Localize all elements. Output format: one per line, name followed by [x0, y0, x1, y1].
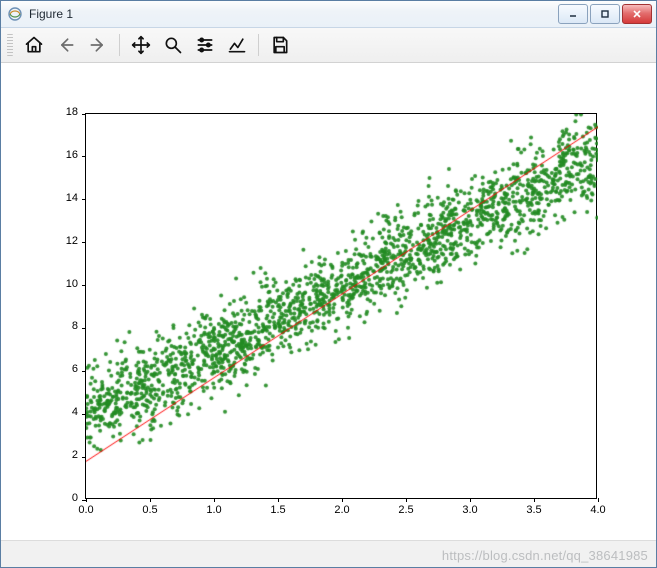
titlebar: Figure 1: [1, 1, 656, 28]
chart-line-icon: [227, 35, 247, 55]
pan-button[interactable]: [126, 31, 156, 59]
separator: [258, 34, 259, 56]
sliders-icon: [195, 35, 215, 55]
y-tick-label: 4: [72, 406, 78, 418]
line-layer: [86, 114, 598, 500]
arrow-right-icon: [88, 35, 108, 55]
minimize-button[interactable]: [558, 4, 588, 24]
toolbar: [1, 28, 656, 63]
axes-area: 0.00.51.01.52.02.53.03.54.00246810121416…: [85, 113, 597, 499]
x-tick-label: 0.5: [142, 504, 157, 516]
x-tick-label: 3.5: [526, 504, 541, 516]
y-tick-label: 8: [72, 320, 78, 332]
save-icon: [270, 35, 290, 55]
plot: 0.0 0.5 1.0 1.5 2.0 2.5 3.0 3.5 4.0 0 2 4 6 8 10 12 14 16…: [1, 63, 656, 542]
x-tick-label: 4.0: [590, 504, 605, 516]
home-button[interactable]: [19, 31, 49, 59]
y-tick-label: 10: [66, 278, 78, 290]
toolbar-grip: [7, 34, 13, 56]
home-icon: [24, 35, 44, 55]
back-button[interactable]: [51, 31, 81, 59]
x-tick-label: 2.5: [398, 504, 413, 516]
separator: [119, 34, 120, 56]
x-tick-label: 2.0: [334, 504, 349, 516]
x-tick-label: 1.5: [270, 504, 285, 516]
app-icon: [7, 6, 23, 22]
y-tick-label: 18: [66, 106, 78, 118]
save-button[interactable]: [265, 31, 295, 59]
forward-button[interactable]: [83, 31, 113, 59]
figure-canvas[interactable]: 0.0 0.5 1.0 1.5 2.0 2.5 3.0 3.5 4.0 0 2 4 6 8 10 12 14 16…: [1, 63, 656, 541]
y-tick-label: 2: [72, 449, 78, 461]
x-tick-label: 1.0: [206, 504, 221, 516]
zoom-button[interactable]: [158, 31, 188, 59]
y-tick-label: 6: [72, 363, 78, 375]
y-tick-label: 14: [66, 192, 78, 204]
y-tick-label: 16: [66, 149, 78, 161]
close-button[interactable]: [622, 4, 652, 24]
y-tick-label: 0: [72, 492, 78, 504]
x-tick-label: 0.0: [78, 504, 93, 516]
y-tick-label: 12: [66, 235, 78, 247]
search-icon: [163, 35, 183, 55]
subplots-button[interactable]: [190, 31, 220, 59]
arrow-left-icon: [56, 35, 76, 55]
move-icon: [131, 35, 151, 55]
axes-button[interactable]: [222, 31, 252, 59]
maximize-button[interactable]: [590, 4, 620, 24]
statusbar: [1, 541, 656, 567]
x-tick-label: 3.0: [462, 504, 477, 516]
window-title: Figure 1: [29, 7, 558, 21]
